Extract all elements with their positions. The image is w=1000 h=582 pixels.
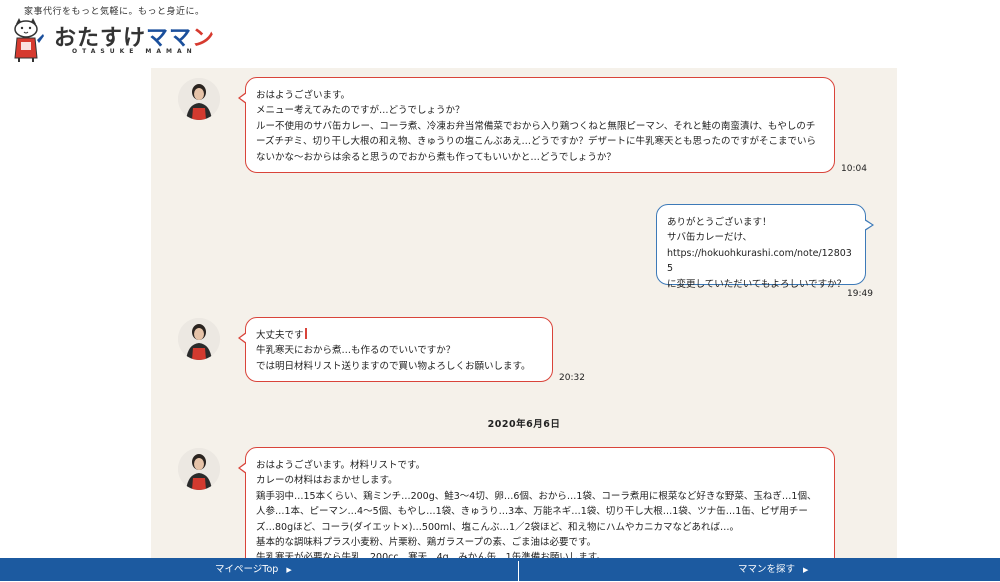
site-header: 家事代行をもっと気軽に。もっと身近に。 おたすけママン OTASUKE MAMA… [0, 0, 1000, 68]
arrow-right-icon: ▶ [803, 566, 809, 574]
message-text-first-line: 大丈夫です [256, 330, 304, 341]
mypage-top-label: マイページTop [215, 564, 279, 575]
avatar [178, 448, 220, 490]
message-text: 牛乳寒天におから煮…も作るのでいいですか？ では明日材料リスト送りますので買い物… [256, 345, 531, 372]
logo-subtitle: OTASUKE MAMAN [72, 48, 197, 55]
avatar [178, 318, 220, 360]
site-tagline: 家事代行をもっと気軽に。もっと身近に。 [24, 7, 205, 17]
message-time: 19:49 [847, 289, 873, 299]
avatar [178, 78, 220, 120]
mama-portrait-icon [178, 448, 220, 490]
arrow-right-icon: ▶ [286, 566, 292, 574]
mama-portrait-icon [178, 318, 220, 360]
message-bubble: おはようございます。材料リストです。 カレーの材料はおまかせします。 鶏手羽中…… [238, 447, 835, 558]
text-cursor-icon [304, 328, 307, 339]
nav-divider [518, 561, 519, 581]
search-maman-button[interactable]: ママンを探す ▶ [738, 558, 808, 581]
message-bubble: おはようございます。 メニュー考えてみたのですが…どうでしょうか？ ルー不使用の… [238, 77, 835, 173]
chat-panel[interactable]: おはようございます。 メニュー考えてみたのですが…どうでしょうか？ ルー不使用の… [151, 68, 897, 558]
search-maman-label: ママンを探す [738, 564, 796, 575]
message-time: 10:04 [841, 164, 867, 174]
message-bubble-self: ありがとうございます！ サバ缶カレーだけ、 https://hokuohkura… [656, 204, 874, 290]
message-time: 20:32 [559, 373, 585, 383]
mypage-top-button[interactable]: マイページTop ▶ [215, 558, 292, 581]
cat-mascot-icon [14, 18, 44, 62]
date-separator: 2020年6月6日 [487, 419, 561, 430]
bottom-nav: マイページTop ▶ ママンを探す ▶ [0, 558, 1000, 581]
message-bubble: 大丈夫です 牛乳寒天におから煮…も作るのでいいですか？ では明日材料リスト送りま… [238, 317, 553, 382]
mama-portrait-icon [178, 78, 220, 120]
